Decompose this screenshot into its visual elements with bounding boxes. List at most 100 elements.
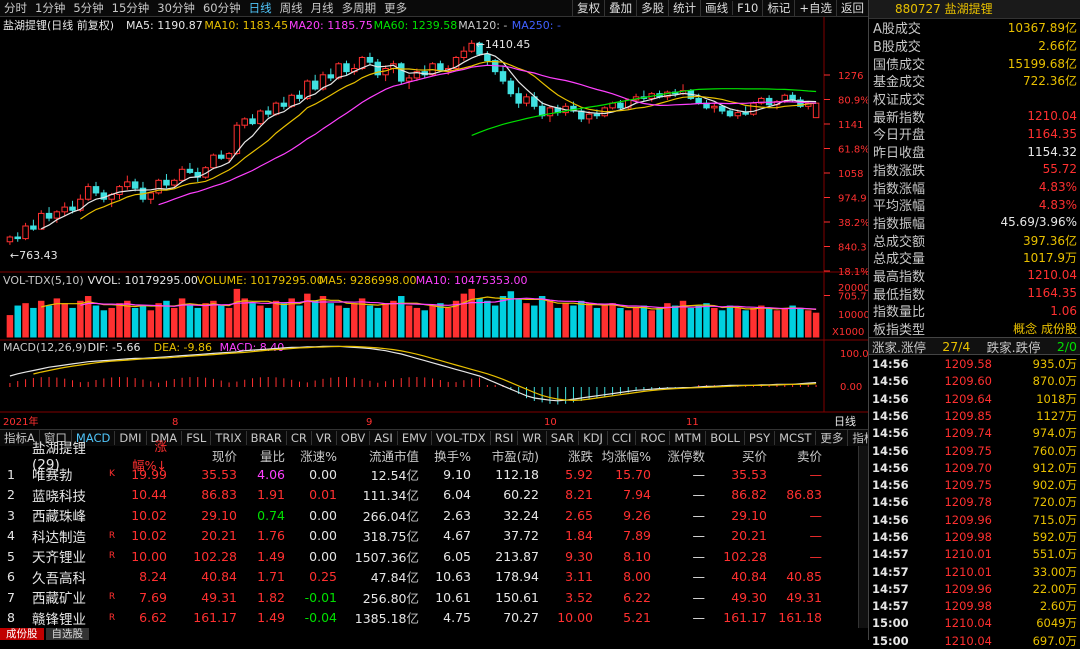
cell: 102.28: [193, 548, 237, 564]
indicator-tab-13[interactable]: VOL-TDX: [432, 431, 491, 445]
timeframe-4[interactable]: 30分钟: [153, 0, 199, 16]
indicator-tab-17[interactable]: KDJ: [579, 431, 608, 445]
cell: 10.02: [131, 528, 167, 544]
toolbar-button-7[interactable]: +自选: [794, 0, 836, 16]
indicator-tab-8[interactable]: CR: [287, 431, 312, 445]
stat-row: 平均涨幅 4.83%: [869, 196, 1080, 215]
header-cell[interactable]: 量比: [237, 446, 285, 465]
table-row[interactable]: 2 蓝晓科技 10.44 86.83 1.91 0.01 111.34亿 6.04 60.22 8…: [0, 485, 868, 506]
toolbar-button-8[interactable]: 返回: [836, 0, 868, 16]
cell: —: [692, 548, 706, 564]
timeframe-0[interactable]: 分时: [0, 0, 31, 16]
table-row[interactable]: 8 赣锋锂业 R 6.62 161.17 1.49 -0.04 1385.18亿 4.75 70.…: [0, 608, 868, 629]
vol-legend: MA10: 10475353.00: [416, 274, 528, 287]
index-stats: A股成交 10367.89亿 B股成交 2.66亿 国债成交 15199.68亿 基金成交 7…: [869, 19, 1080, 338]
indicator-tab-10[interactable]: OBV: [337, 431, 371, 445]
timeframe-2[interactable]: 5分钟: [69, 0, 107, 16]
header-cell[interactable]: 涨速%: [285, 446, 337, 465]
high-label: ←1410.45: [476, 38, 531, 51]
cell: 1.49: [257, 548, 285, 564]
table-row[interactable]: 4 科达制造 R 10.02 20.21 1.76 0.00 318.75亿 4.67 37.72…: [0, 526, 868, 547]
toolbar-button-1[interactable]: 叠加: [604, 0, 636, 16]
indicator-tab-19[interactable]: ROC: [636, 431, 671, 445]
toolbar-button-0[interactable]: 复权: [572, 0, 604, 16]
tick-row: 15:00 1210.04 6049万: [869, 615, 1080, 632]
cell: 8.00: [623, 569, 651, 585]
indicator-tab-20[interactable]: MTM: [670, 431, 707, 445]
cell: K: [109, 469, 115, 480]
stat-row: 板指类型 概念 成份股: [869, 320, 1080, 338]
cell: 2.65: [565, 507, 593, 523]
stat-row: 指数量比 1.06: [869, 302, 1080, 321]
cell: 150.61: [495, 589, 539, 605]
header-cell[interactable]: 卖价: [767, 446, 822, 465]
candle-body: [30, 225, 37, 230]
header-cell[interactable]: 换手%: [419, 446, 471, 465]
toolbar-button-5[interactable]: F10: [732, 1, 762, 15]
indicator-tab-21[interactable]: BOLL: [706, 431, 745, 445]
tick-volume: 1127万: [1036, 408, 1077, 423]
header-cell[interactable]: 流通市值: [337, 446, 419, 465]
cell: R: [108, 551, 116, 562]
tick-time: 14:57: [872, 564, 909, 579]
indicator-tab-14[interactable]: RSI: [491, 431, 519, 445]
chart-title: 盐湖提锂(日线 前复权): [3, 18, 114, 32]
indicator-tab-23[interactable]: MCST: [775, 431, 817, 445]
timeframe-9[interactable]: 多周期: [338, 0, 381, 16]
toolbar-button-2[interactable]: 多股: [636, 0, 668, 16]
indicator-tab-5[interactable]: FSL: [182, 431, 212, 445]
bottom-tab-0[interactable]: 成份股: [0, 628, 44, 640]
cell: 86.83: [201, 487, 237, 503]
stat-row: 最低指数 1164.35: [869, 284, 1080, 303]
candle-body: [366, 56, 374, 63]
indicator-tab-6[interactable]: TRIX: [211, 431, 247, 445]
timeframe-8[interactable]: 月线: [307, 0, 338, 16]
indicator-tab-16[interactable]: SAR: [547, 431, 580, 445]
timeframe-10[interactable]: 更多: [380, 0, 411, 16]
header-cell[interactable]: 市盈(动): [471, 446, 539, 465]
volume-bar: [632, 307, 640, 338]
timeframe-7[interactable]: 周线: [276, 0, 307, 16]
tick-price: 1209.75: [944, 443, 992, 458]
indicator-tab-15[interactable]: WR: [518, 431, 547, 445]
table-row[interactable]: 7 西藏矿业 R 7.69 49.31 1.82 -0.01 256.80亿 10.61 150.…: [0, 587, 868, 608]
indicator-tab-9[interactable]: VR: [312, 431, 337, 445]
volume-bar: [335, 305, 342, 338]
table-scrollbar[interactable]: [858, 446, 868, 628]
advance-decline-header: 涨家.涨停 27/4 跌家.跌停 2/0: [869, 337, 1080, 356]
bottom-tab-1[interactable]: 自选股: [45, 628, 89, 640]
header-cell[interactable]: 买价: [705, 446, 767, 465]
header-cell[interactable]: 现价: [167, 446, 237, 465]
indicator-tab-22[interactable]: PSY: [745, 431, 776, 445]
table-row[interactable]: 5 天齐锂业 R 10.00 102.28 1.49 0.00 1507.36亿 6.05 213…: [0, 546, 868, 567]
macd-tick: 100.0: [840, 349, 868, 360]
cell: 318.75亿: [362, 529, 419, 545]
indicator-tab-18[interactable]: CCI: [608, 431, 637, 445]
candle-body: [765, 97, 773, 106]
table-row[interactable]: 6 久吾高科 8.24 40.84 1.71 0.25 47.84亿 10.63 178.94 3…: [0, 567, 868, 588]
header-cell[interactable]: 均涨幅%: [593, 446, 651, 465]
table-row[interactable]: 1 唯赛勃 K 19.99 35.53 4.06 0.00 12.54亿 9.10 112.18 5…: [0, 464, 868, 485]
indicator-tab-24[interactable]: 更多: [816, 430, 849, 446]
timeframe-6[interactable]: 日线: [245, 0, 276, 16]
timeframe-5[interactable]: 60分钟: [199, 0, 245, 16]
toolbar-button-4[interactable]: 画线: [700, 0, 732, 16]
kline-chart[interactable]: 盐湖提锂(日线 前复权) MA5: 1190.87 MA10: 1183.45 MA2…: [0, 17, 868, 429]
cell: 213.87: [495, 548, 539, 564]
indicator-tab-12[interactable]: EMV: [398, 431, 432, 445]
timeframe-1[interactable]: 1分钟: [31, 0, 69, 16]
tick-price: 1209.64: [944, 391, 992, 406]
toolbar-button-3[interactable]: 统计: [668, 0, 700, 16]
cell: 2: [7, 487, 15, 503]
table-row[interactable]: 3 西藏珠峰 10.02 29.10 0.74 0.00 266.04亿 2.63 32.24 2…: [0, 505, 868, 526]
toolbar-button-6[interactable]: 标记: [762, 0, 794, 16]
volume-bar: [280, 303, 288, 338]
cell: —: [692, 466, 706, 482]
ma5-line: [40, 52, 817, 230]
indicator-tab-7[interactable]: BRAR: [247, 431, 287, 445]
indicator-tab-11[interactable]: ASI: [370, 431, 398, 445]
header-cell[interactable]: 涨停数: [651, 446, 705, 465]
header-cell[interactable]: 涨跌: [539, 446, 593, 465]
constituents-table[interactable]: 盐湖提锂(29) 涨幅%↓ 现价 量比 涨速% 流通市值 换手% 市盈(动) 涨跌 均涨幅% 涨停数…: [0, 439, 868, 629]
timeframe-3[interactable]: 15分钟: [108, 0, 154, 16]
